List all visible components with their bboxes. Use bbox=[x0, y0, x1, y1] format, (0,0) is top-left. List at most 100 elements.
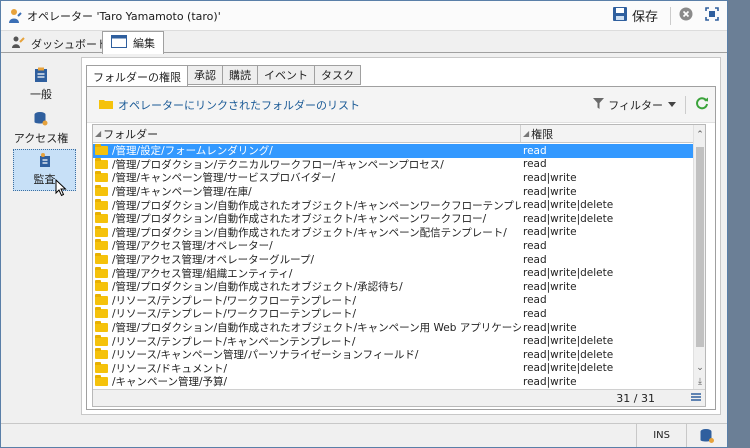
tab-tasks[interactable]: タスク bbox=[315, 65, 361, 85]
rights-cell: read|write|delete bbox=[523, 212, 614, 225]
scrollbar-thumb[interactable] bbox=[696, 147, 704, 347]
rights-cell: read bbox=[523, 158, 547, 171]
table-row[interactable]: /管理/キャンペーン管理/サービスプロバイダー/read|write bbox=[93, 171, 693, 185]
nav-label: アクセス権 bbox=[13, 132, 69, 145]
table-row[interactable]: /リソース/ドキュメント/read|write|delete bbox=[93, 361, 693, 376]
rights-cell: read|write bbox=[523, 321, 577, 334]
funnel-icon bbox=[593, 97, 605, 112]
clipboard-icon bbox=[34, 67, 48, 86]
nav-item-general[interactable]: 一般 bbox=[5, 61, 77, 105]
table-row[interactable]: /管理/プロダクション/自動作成されたオブジェクト/承認待ち/read|writ… bbox=[93, 280, 693, 294]
maximize-button[interactable] bbox=[701, 5, 723, 27]
nav-label: 監査 bbox=[33, 173, 56, 186]
rights-cell: read bbox=[523, 239, 547, 252]
rights-cell: read|write|delete bbox=[523, 335, 614, 348]
folder-icon bbox=[99, 98, 113, 112]
nav-label: 一般 bbox=[30, 88, 52, 101]
toolbar-separator bbox=[670, 6, 671, 25]
rights-cell: read bbox=[523, 144, 547, 157]
dashboard-icon bbox=[11, 35, 25, 52]
table-row[interactable]: /管理/プロダクション/テクニカルワークフロー/キャンペーンプロセス/read bbox=[93, 157, 693, 172]
save-button[interactable]: 保存 bbox=[604, 5, 666, 27]
folder-icon bbox=[95, 293, 108, 305]
close-circle-icon bbox=[679, 7, 693, 24]
tab-label: ダッシュボード bbox=[31, 37, 108, 51]
table-row[interactable]: /リソース/テンプレート/キャンペーンテンプレート/read|write|del… bbox=[93, 334, 693, 348]
column-header-rights[interactable]: ◢ 権限 bbox=[521, 125, 693, 142]
operator-icon bbox=[7, 8, 23, 24]
save-label: 保存 bbox=[631, 10, 658, 25]
folder-rights-grid: ◢ フォルダー ◢ 権限 /管理/設定/フォームレンダリング/read/管理/プ… bbox=[92, 124, 706, 407]
folder-icon bbox=[95, 266, 108, 278]
table-row[interactable]: /管理/プロダクション/自動作成されたオブジェクト/キャンペーン配信テンプレート… bbox=[93, 225, 693, 240]
folder-icon bbox=[95, 157, 108, 169]
folder-rights-panel: オペレーターにリンクされたフォルダーのリスト フィルター ◢ フォルダー ◢ 権… bbox=[86, 86, 716, 410]
vertical-scrollbar[interactable]: ⌃ ⌄ ⤓ bbox=[693, 125, 705, 389]
tab-label: 編集 bbox=[133, 37, 155, 50]
grid-rows: /管理/設定/フォームレンダリング/read/管理/プロダクション/テクニカルワ… bbox=[93, 144, 693, 389]
title-bar: オペレーター 'Taro Yamamoto (taro)' 保存 bbox=[1, 1, 727, 31]
insert-mode-indicator: INS bbox=[636, 424, 687, 447]
filter-separator bbox=[685, 95, 686, 114]
scroll-bottom-icon[interactable]: ⤓ bbox=[694, 375, 705, 388]
folder-icon bbox=[95, 348, 108, 360]
folder-icon bbox=[95, 198, 108, 210]
tab-subscriptions[interactable]: 購読 bbox=[223, 65, 258, 85]
table-row[interactable]: /リソース/キャンペーン管理/パーソナライゼーションフィールド/read|wri… bbox=[93, 348, 693, 362]
folder-icon bbox=[95, 334, 108, 346]
list-settings-icon[interactable] bbox=[691, 392, 701, 405]
operator-window: オペレーター 'Taro Yamamoto (taro)' 保存 ダッシュボード… bbox=[0, 0, 728, 448]
table-row[interactable]: /管理/キャンペーン管理/在庫/read|write bbox=[93, 185, 693, 199]
database-key-icon bbox=[33, 111, 49, 130]
folder-icon bbox=[95, 239, 108, 251]
folder-icon bbox=[95, 361, 108, 373]
mouse-cursor-icon bbox=[55, 178, 67, 200]
table-row[interactable]: /管理/プロダクション/自動作成されたオブジェクト/キャンペーン用 Web アプ… bbox=[93, 321, 693, 335]
folder-icon bbox=[95, 144, 108, 156]
scroll-down-chevron-icon[interactable]: ⌄ bbox=[694, 361, 705, 374]
rights-cell: read|write|delete bbox=[523, 267, 614, 280]
row-count: 31 / 31 bbox=[616, 392, 655, 405]
table-row[interactable]: /キャンペーン管理/予算/read|write bbox=[93, 375, 693, 389]
table-row[interactable]: /リソース/テンプレート/ワークフローテンプレート/read bbox=[93, 307, 693, 321]
grid-header: ◢ フォルダー ◢ 権限 bbox=[93, 125, 693, 143]
folder-icon bbox=[95, 185, 108, 197]
filter-button[interactable]: フィルター bbox=[593, 97, 663, 113]
tab-events[interactable]: イベント bbox=[258, 65, 315, 85]
expand-icon bbox=[705, 7, 719, 24]
audit-icon bbox=[38, 152, 52, 171]
tab-edit[interactable]: 編集 bbox=[102, 31, 164, 54]
rights-cell: read|write bbox=[523, 375, 577, 388]
table-row[interactable]: /リソース/テンプレート/ワークフローテンプレート/read bbox=[93, 293, 693, 308]
folder-icon bbox=[95, 253, 108, 265]
list-title: オペレーターにリンクされたフォルダーのリスト bbox=[99, 97, 360, 113]
list-title-label: オペレーターにリンクされたフォルダーのリスト bbox=[118, 98, 360, 112]
rights-cell: read bbox=[523, 307, 547, 320]
table-row[interactable]: /管理/アクセス管理/オペレーターグループ/read bbox=[93, 253, 693, 267]
rights-cell: read|write bbox=[523, 280, 577, 293]
table-row[interactable]: /管理/プロダクション/自動作成されたオブジェクト/キャンペーンワークフローテン… bbox=[93, 198, 693, 212]
filter-dropdown-chevron-icon[interactable] bbox=[668, 98, 676, 111]
tab-dashboard[interactable]: ダッシュボード bbox=[3, 34, 116, 53]
table-row[interactable]: /管理/アクセス管理/組織エンティティ/read|write|delete bbox=[93, 266, 693, 280]
tab-folder-rights[interactable]: フォルダーの権限 bbox=[86, 65, 188, 87]
scroll-up-chevron-icon[interactable]: ⌃ bbox=[694, 128, 705, 141]
filter-label: フィルター bbox=[608, 98, 663, 112]
sort-icon: ◢ bbox=[523, 129, 530, 138]
folder-icon bbox=[95, 280, 108, 292]
database-connection-icon bbox=[687, 428, 727, 444]
rights-cell: read bbox=[523, 253, 547, 266]
refresh-icon[interactable] bbox=[695, 96, 709, 113]
tab-approvals[interactable]: 承認 bbox=[188, 65, 223, 85]
table-row[interactable]: /管理/アクセス管理/オペレーター/read bbox=[93, 239, 693, 253]
table-row[interactable]: /管理/設定/フォームレンダリング/read bbox=[93, 144, 693, 158]
sub-tab-bar: フォルダーの権限 承認 購読 イベント タスク bbox=[86, 65, 361, 87]
close-button[interactable] bbox=[675, 5, 697, 27]
rights-cell: read|write|delete bbox=[523, 348, 614, 361]
table-row[interactable]: /管理/プロダクション/自動作成されたオブジェクト/キャンペーンワークフロー/r… bbox=[93, 212, 693, 226]
rights-cell: read|write bbox=[523, 171, 577, 184]
nav-item-access-rights[interactable]: アクセス権 bbox=[5, 105, 77, 149]
folder-icon bbox=[95, 321, 108, 333]
grid-footer: 31 / 31 bbox=[93, 389, 705, 406]
column-header-folder[interactable]: ◢ フォルダー bbox=[93, 125, 521, 142]
